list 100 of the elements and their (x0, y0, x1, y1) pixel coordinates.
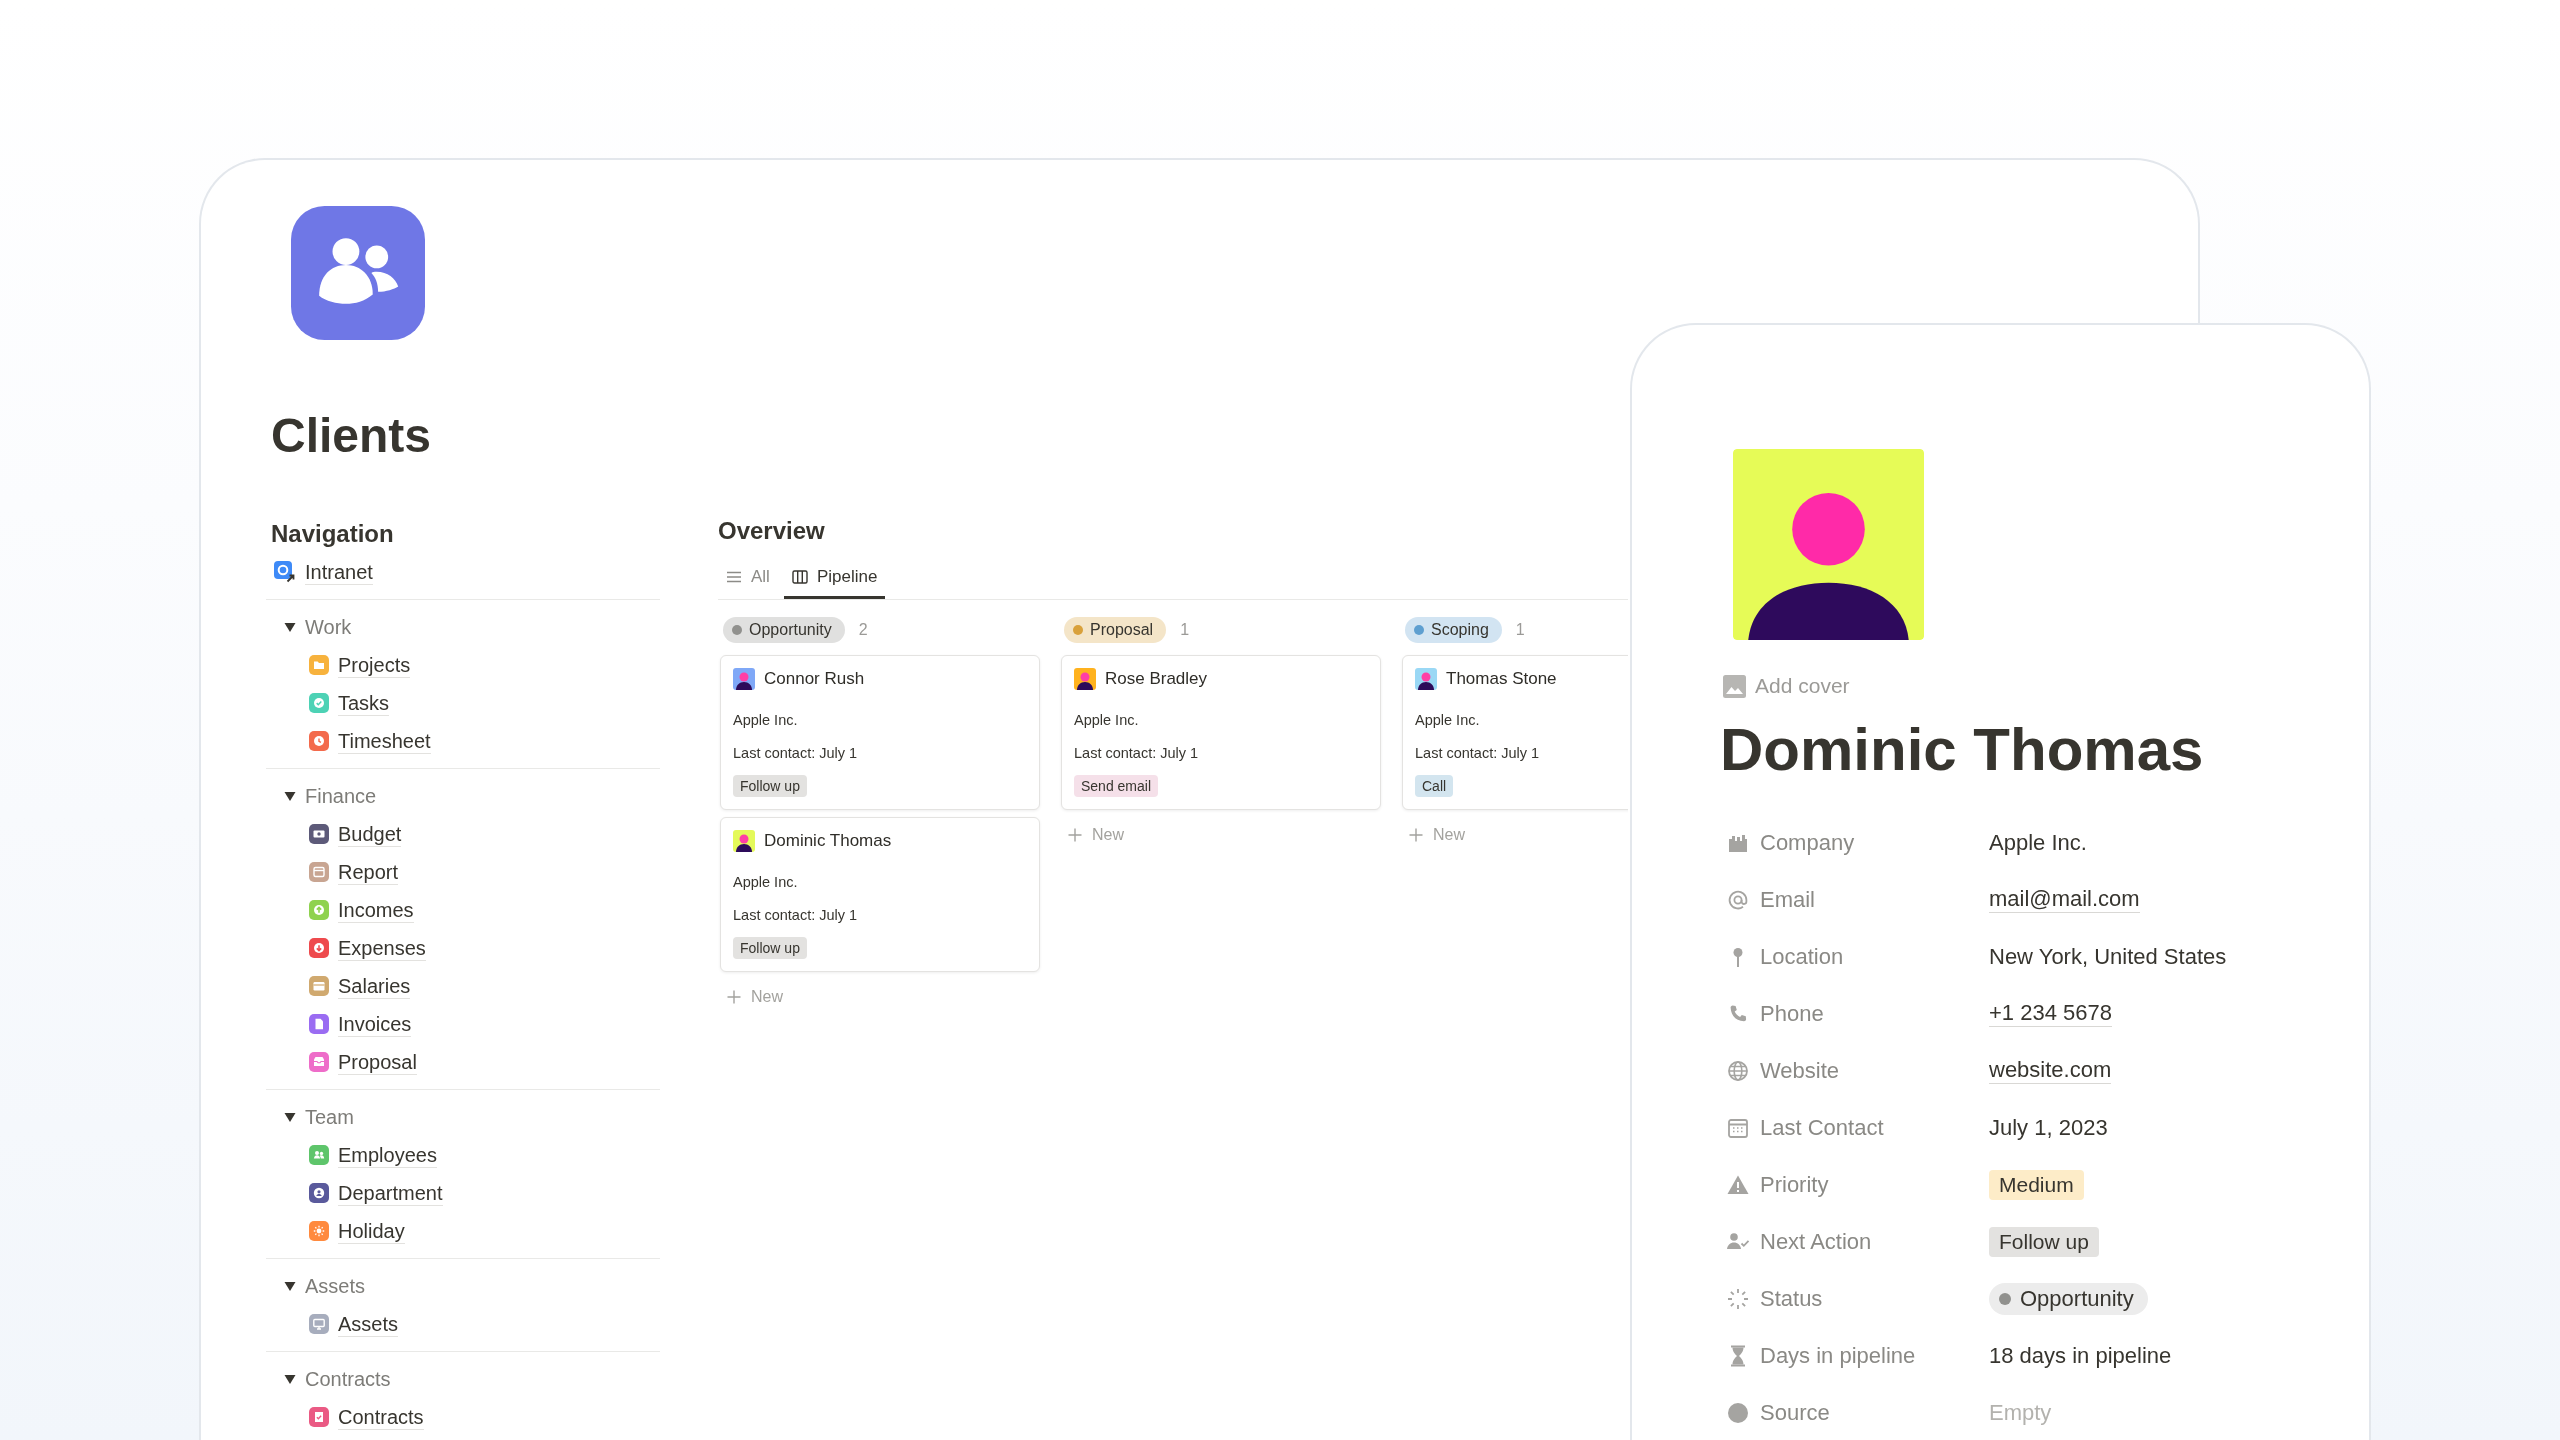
sidebar-link[interactable]: Timesheet (309, 728, 431, 754)
record-title: Dominic Thomas (1720, 715, 2204, 785)
property-value: 18 days in pipeline (1989, 1342, 2172, 1369)
client-name: Dominic Thomas (764, 831, 892, 851)
client-card[interactable]: Thomas Stone Apple Inc. Last contact: July 1 Call (1402, 655, 1628, 810)
spinner-icon (1726, 1286, 1750, 1311)
column-count: 2 (858, 621, 868, 639)
client-name: Connor Rush (764, 669, 865, 689)
client-card[interactable]: Rose Bradley Apple Inc. Last contact: July 1 Send email (1061, 655, 1381, 810)
status-label: Opportunity (749, 621, 832, 639)
sidebar-link[interactable]: Expenses (309, 935, 426, 961)
property-link[interactable]: +1 234 5678 (1989, 1000, 2112, 1027)
sun-icon (309, 1221, 329, 1241)
property-label: Location (1760, 943, 1844, 970)
status-label: Proposal (1090, 621, 1154, 639)
sidebar-group-toggle[interactable]: Contracts (284, 1366, 391, 1392)
sidebar-link[interactable]: Intranet (274, 559, 373, 585)
monitor-icon (309, 1314, 329, 1334)
property-label: Status (1760, 1285, 1823, 1312)
action-tag: Follow up (733, 937, 807, 959)
property-input-field[interactable]: Empty (1989, 1397, 2069, 1428)
sidebar-link[interactable]: Proposal (309, 1049, 417, 1075)
sidebar-group-toggle[interactable]: Finance (284, 783, 377, 809)
last-contact-text: Last contact: July 1 (733, 744, 858, 763)
client-card[interactable]: Connor Rush Apple Inc. Last contact: July 1 Follow up (720, 655, 1040, 810)
banknote-icon (309, 824, 329, 844)
last-contact-text: Last contact: July 1 (733, 906, 858, 925)
check-icon (309, 693, 329, 713)
section-heading: Navigation (270, 519, 394, 549)
action-tag: Send email (1074, 775, 1159, 797)
sidebar-group-toggle[interactable]: Work (284, 614, 352, 640)
column-count: 1 (1180, 621, 1190, 639)
property-value: New York, United States (1989, 943, 2227, 970)
people-icon (309, 1145, 329, 1165)
property-label: Email (1760, 886, 1815, 913)
plus-icon (1409, 828, 1423, 842)
property-tag: Medium (1989, 1169, 2084, 1200)
sidebar-link[interactable]: Department (309, 1180, 443, 1206)
sidebar-link[interactable]: Projects (309, 652, 411, 678)
plus-icon (727, 990, 741, 1004)
inbox-icon (309, 1052, 329, 1072)
property-tag: Follow up (1989, 1226, 2099, 1257)
action-tag: Call (1415, 775, 1454, 797)
sidebar-link[interactable]: Tasks (309, 690, 390, 716)
property-value: July 1, 2023 (1989, 1114, 2108, 1141)
company-text: Apple Inc. (733, 711, 798, 730)
view-tab[interactable]: Pipeline (783, 554, 886, 599)
property-label: Last Contact (1760, 1114, 1884, 1141)
property-label: Company (1760, 829, 1855, 856)
property-link[interactable]: mail@mail.com (1989, 886, 2140, 913)
status-label: Opportunity (2020, 1285, 2134, 1312)
property-label: Days in pipeline (1760, 1342, 1916, 1369)
property-link[interactable]: website.com (1989, 1057, 2112, 1084)
status-label: Scoping (1431, 621, 1489, 639)
company-text: Apple Inc. (733, 873, 798, 892)
circle-icon (1726, 1400, 1750, 1425)
property-label: Website (1760, 1057, 1840, 1084)
globe-icon (1726, 1058, 1750, 1083)
sidebar-link[interactable]: Holiday (309, 1218, 405, 1244)
image-icon (1723, 674, 1746, 698)
client-card[interactable]: Dominic Thomas Apple Inc. Last contact: July 1 Follow up (720, 817, 1040, 972)
sidebar-group-toggle[interactable]: Team (284, 1104, 354, 1130)
document-icon (309, 1014, 329, 1034)
company-text: Apple Inc. (1074, 711, 1139, 730)
action-tag: Follow up (733, 775, 807, 797)
sidebar-link[interactable]: Invoices (309, 1011, 412, 1037)
section-heading: Overview (718, 516, 825, 546)
sidebar-link[interactable]: Contracts (309, 1404, 424, 1430)
ring-arrow-icon (274, 561, 296, 583)
last-contact-text: Last contact: July 1 (1415, 744, 1540, 763)
wallet-icon (309, 976, 329, 996)
sidebar-link[interactable]: Employees (309, 1142, 437, 1168)
property-label: Phone (1760, 1000, 1824, 1027)
sidebar-link[interactable]: Assets (309, 1311, 399, 1337)
columns-icon (791, 568, 808, 585)
sidebar-group-toggle[interactable]: Assets (284, 1273, 366, 1299)
client-name: Thomas Stone (1446, 669, 1557, 689)
property-label: Source (1760, 1399, 1830, 1426)
company-text: Apple Inc. (1415, 711, 1480, 730)
folder-icon (309, 655, 329, 675)
property-value: Apple Inc. (1989, 829, 2087, 856)
property-label: Next Action (1760, 1228, 1872, 1255)
sidebar-link[interactable]: Incomes (309, 897, 414, 923)
plus-icon (1068, 828, 1082, 842)
page-title: Clients (271, 408, 432, 464)
last-contact-text: Last contact: July 1 (1074, 744, 1199, 763)
people-icon (291, 206, 425, 340)
calendar-icon (309, 862, 329, 882)
sidebar-link[interactable]: Budget (309, 821, 402, 847)
sidebar-link[interactable]: Report (309, 859, 399, 885)
view-tab[interactable]: All (718, 554, 778, 599)
clock-icon (309, 731, 329, 751)
person-icon (309, 1183, 329, 1203)
document-check-icon (309, 1407, 329, 1427)
arrow-up-icon (309, 900, 329, 920)
arrow-down-icon (309, 938, 329, 958)
sidebar-link[interactable]: Salaries (309, 973, 411, 999)
client-name: Rose Bradley (1105, 669, 1208, 689)
property-label: Priority (1760, 1171, 1829, 1198)
column-count: 1 (1515, 621, 1525, 639)
